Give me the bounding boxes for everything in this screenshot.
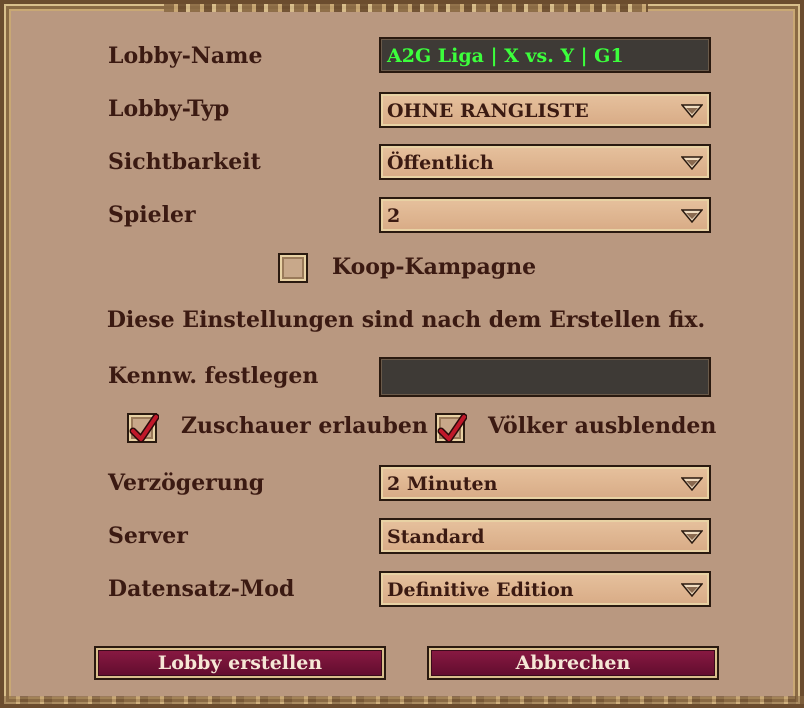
lobby-name-value: A2G Liga | X vs. Y | G1 — [387, 45, 624, 67]
cancel-button[interactable]: Abbrechen — [427, 646, 719, 680]
data-mod-label: Datensatz-Mod — [108, 576, 295, 602]
top-ornament — [164, 4, 648, 12]
chevron-down-icon — [681, 156, 703, 170]
coop-campaign-checkbox[interactable] — [278, 253, 308, 283]
visibility-label: Sichtbarkeit — [108, 149, 261, 175]
players-value: 2 — [387, 205, 401, 227]
hide-civs-checkbox[interactable] — [435, 413, 467, 443]
players-label: Spieler — [108, 202, 196, 228]
chevron-down-icon — [681, 583, 703, 597]
delay-dropdown[interactable]: 2 Minuten — [379, 465, 711, 501]
server-dropdown[interactable]: Standard — [379, 518, 711, 554]
lobby-type-label: Lobby-Typ — [108, 96, 230, 122]
chevron-down-icon — [681, 530, 703, 544]
allow-spectators-label: Zuschauer erlauben — [181, 413, 428, 439]
visibility-dropdown[interactable]: Öffentlich — [379, 144, 711, 180]
players-dropdown[interactable]: 2 — [379, 197, 711, 233]
delay-value: 2 Minuten — [387, 473, 498, 495]
settings-fixed-notice: Diese Einstellungen sind nach dem Erstel… — [106, 307, 706, 333]
server-value: Standard — [387, 526, 485, 548]
check-icon — [129, 413, 159, 443]
chevron-down-icon — [681, 209, 703, 223]
lobby-name-input[interactable]: A2G Liga | X vs. Y | G1 — [379, 37, 711, 73]
lobby-name-label: Lobby-Name — [108, 43, 263, 69]
create-lobby-button[interactable]: Lobby erstellen — [94, 646, 386, 680]
lobby-type-value: OHNE RANGLISTE — [387, 100, 589, 122]
bottom-ornament — [4, 696, 804, 704]
chevron-down-icon — [681, 477, 703, 491]
password-input[interactable] — [379, 357, 711, 397]
visibility-value: Öffentlich — [387, 152, 494, 174]
server-label: Server — [108, 523, 188, 549]
lobby-type-dropdown[interactable]: OHNE RANGLISTE — [379, 92, 711, 128]
data-mod-value: Definitive Edition — [387, 579, 574, 601]
chevron-down-icon — [681, 104, 703, 118]
coop-campaign-label: Koop-Kampagne — [332, 254, 537, 280]
create-lobby-panel: Lobby-Name A2G Liga | X vs. Y | G1 Lobby… — [0, 0, 804, 708]
check-icon — [437, 413, 467, 443]
hide-civs-label: Völker ausblenden — [488, 413, 717, 439]
delay-label: Verzögerung — [108, 470, 265, 496]
data-mod-dropdown[interactable]: Definitive Edition — [379, 571, 711, 607]
allow-spectators-checkbox[interactable] — [127, 413, 159, 443]
password-label: Kennw. festlegen — [108, 363, 319, 389]
